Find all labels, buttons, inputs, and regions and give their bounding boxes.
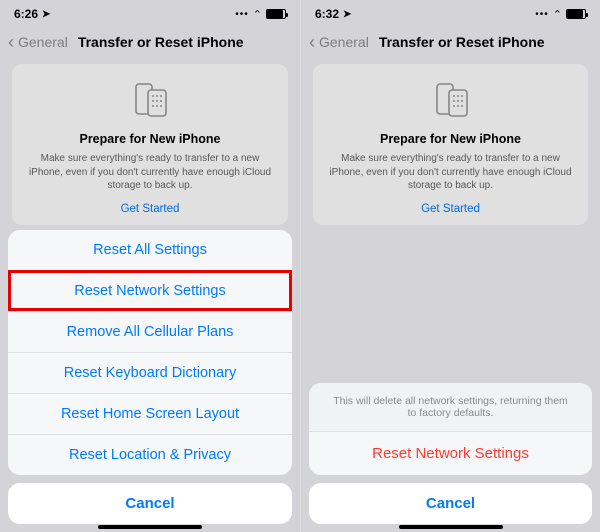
action-sheet: Reset All Settings Reset Network Setting… [8, 230, 292, 524]
remove-cellular-plans-option[interactable]: Remove All Cellular Plans [8, 311, 292, 352]
cancel-button[interactable]: Cancel [8, 483, 292, 524]
confirm-message: This will delete all network settings, r… [309, 383, 592, 431]
confirm-group: This will delete all network settings, r… [309, 383, 592, 475]
reset-network-settings-option[interactable]: Reset Network Settings [8, 270, 292, 311]
reset-all-settings-option[interactable]: Reset All Settings [8, 230, 292, 270]
screen-reset-options: 6:26 ➤ ••• ⌃ ‹ General Transfer or Reset… [0, 0, 300, 532]
cancel-button[interactable]: Cancel [309, 483, 592, 524]
confirm-sheet: This will delete all network settings, r… [309, 383, 592, 524]
screen-confirm-reset: 6:32 ➤ ••• ⌃ ‹ General Transfer or Reset… [300, 0, 600, 532]
reset-keyboard-dictionary-option[interactable]: Reset Keyboard Dictionary [8, 352, 292, 393]
reset-location-privacy-option[interactable]: Reset Location & Privacy [8, 434, 292, 475]
home-indicator[interactable] [399, 525, 503, 529]
reset-home-screen-layout-option[interactable]: Reset Home Screen Layout [8, 393, 292, 434]
confirm-reset-network-button[interactable]: Reset Network Settings [309, 431, 592, 475]
home-indicator[interactable] [98, 525, 202, 529]
action-sheet-options: Reset All Settings Reset Network Setting… [8, 230, 292, 475]
